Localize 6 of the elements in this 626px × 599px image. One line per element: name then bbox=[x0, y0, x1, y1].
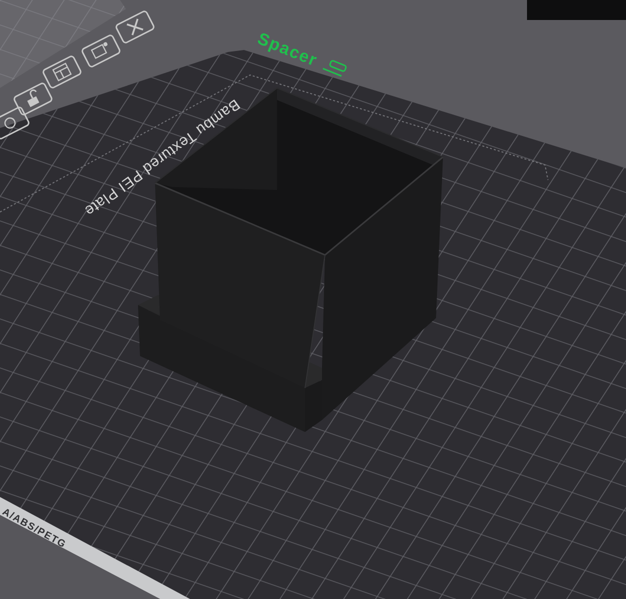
lock-icon[interactable] bbox=[12, 82, 54, 116]
target-icon[interactable] bbox=[0, 106, 30, 140]
close-icon[interactable] bbox=[114, 10, 156, 44]
image-icon[interactable] bbox=[80, 34, 122, 68]
edit-icon[interactable] bbox=[322, 58, 348, 78]
layout-icon[interactable] bbox=[42, 54, 82, 90]
